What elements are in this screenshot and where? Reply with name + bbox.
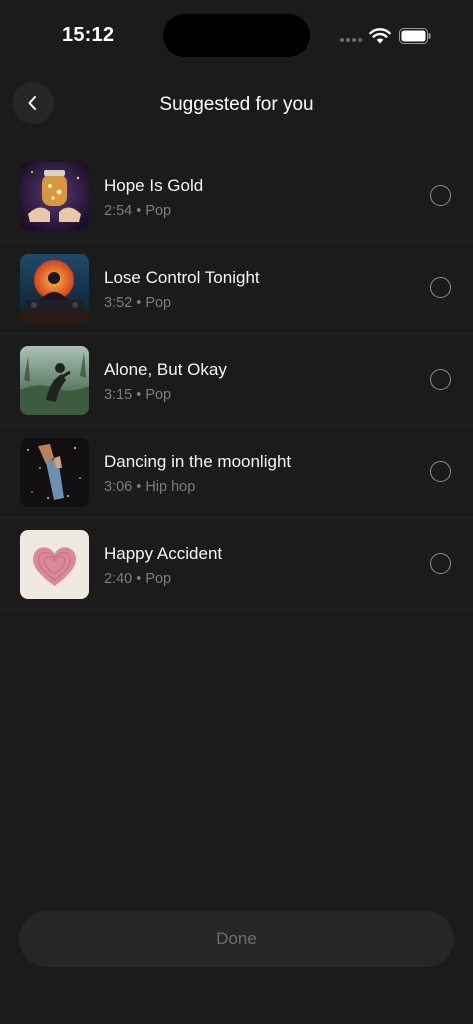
battery-icon	[399, 28, 431, 44]
song-row[interactable]: Alone, But Okay 3:15 • Pop	[0, 334, 473, 426]
song-duration: 3:06	[104, 479, 133, 495]
select-radio[interactable]	[430, 185, 451, 206]
album-cover	[20, 346, 89, 415]
song-row[interactable]: Hope Is Gold 2:54 • Pop	[0, 150, 473, 242]
album-cover	[20, 530, 89, 599]
song-row[interactable]: Happy Accident 2:40 • Pop	[0, 518, 473, 610]
meta-separator: •	[136, 203, 142, 219]
song-title: Hope Is Gold	[104, 176, 204, 195]
signal-dots-icon	[340, 38, 362, 42]
song-title: Happy Accident	[104, 544, 223, 563]
song-duration: 2:54	[104, 203, 133, 219]
song-duration: 3:52	[104, 295, 133, 311]
song-genre: Pop	[145, 295, 172, 311]
select-radio[interactable]	[430, 553, 451, 574]
song-meta: 3:15 • Pop	[104, 387, 171, 403]
song-title: Lose Control Tonight	[104, 268, 260, 287]
status-time: 15:12	[62, 24, 115, 46]
dynamic-island	[163, 14, 310, 57]
meta-separator: •	[136, 295, 142, 311]
song-genre: Pop	[145, 571, 172, 587]
status-bar: 15:12	[0, 0, 473, 72]
song-meta: 3:52 • Pop	[104, 295, 171, 311]
album-cover	[20, 162, 89, 231]
meta-separator: •	[136, 479, 142, 495]
song-row[interactable]: Lose Control Tonight 3:52 • Pop	[0, 242, 473, 334]
song-meta: 3:06 • Hip hop	[104, 479, 195, 495]
select-radio[interactable]	[430, 277, 451, 298]
meta-separator: •	[136, 387, 142, 403]
album-cover	[20, 438, 89, 507]
song-title: Dancing in the moonlight	[104, 452, 292, 471]
song-genre: Pop	[145, 203, 172, 219]
select-radio[interactable]	[430, 369, 451, 390]
song-list: Hope Is Gold 2:54 • Pop Lose Control Ton…	[0, 150, 473, 610]
song-duration: 2:40	[104, 571, 133, 587]
song-row[interactable]: Dancing in the moonlight 3:06 • Hip hop	[0, 426, 473, 518]
song-duration: 3:15	[104, 387, 133, 403]
done-button[interactable]: Done	[19, 911, 454, 967]
meta-separator: •	[136, 571, 142, 587]
header: Suggested for you	[0, 80, 473, 130]
album-cover	[20, 254, 89, 323]
page-title: Suggested for you	[159, 94, 314, 115]
select-radio[interactable]	[430, 461, 451, 482]
song-meta: 2:40 • Pop	[104, 571, 171, 587]
song-genre: Hip hop	[145, 479, 196, 495]
wifi-icon	[369, 28, 391, 44]
song-meta: 2:54 • Pop	[104, 203, 171, 219]
song-genre: Pop	[145, 387, 172, 403]
song-title: Alone, But Okay	[104, 360, 227, 379]
